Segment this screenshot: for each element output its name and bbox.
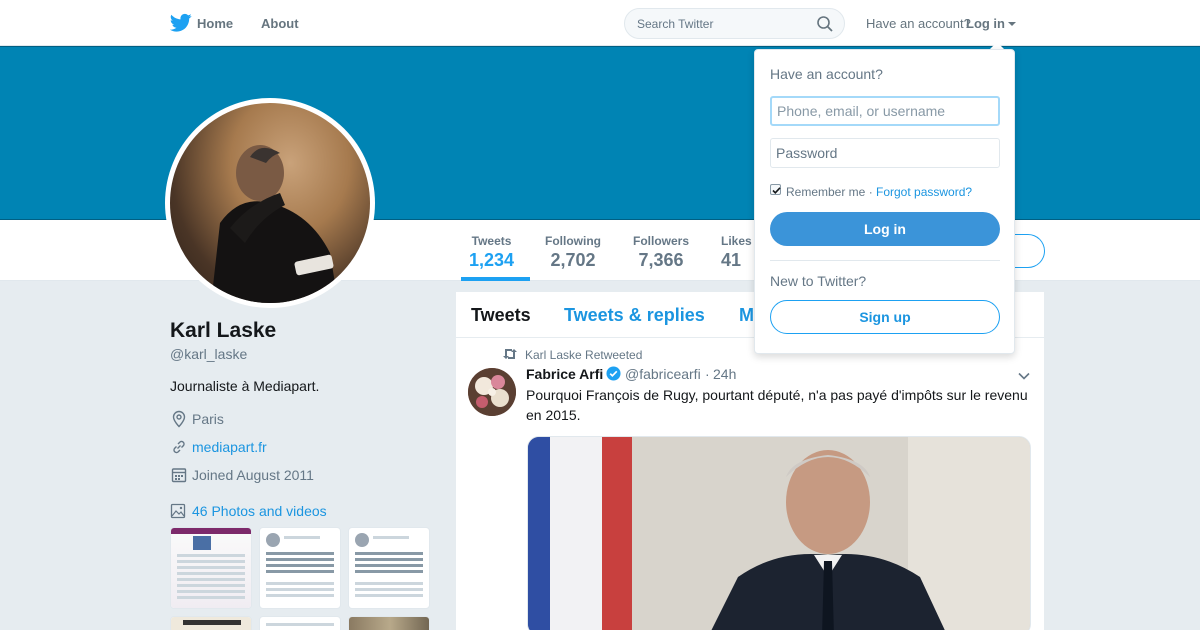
website-link[interactable]: mediapart.fr (192, 439, 267, 455)
tab-tweets[interactable]: Tweets (471, 305, 531, 326)
stat-label: Following (545, 234, 601, 248)
stat-label: Likes (721, 234, 752, 248)
tab-media[interactable]: M (739, 305, 754, 326)
joined-text: Joined August 2011 (192, 467, 314, 483)
active-stat-indicator (461, 277, 530, 281)
remember-me-label: Remember me · (786, 185, 873, 199)
tweet-separator: · (705, 366, 710, 382)
stat-label: Tweets (471, 234, 512, 248)
calendar-icon (171, 468, 187, 483)
search-placeholder: Search Twitter (637, 17, 714, 31)
stat-followers[interactable]: Followers 7,366 (633, 234, 689, 271)
search-icon[interactable] (816, 15, 834, 33)
tab-tweets-replies[interactable]: Tweets & replies (564, 305, 705, 326)
stat-value: 7,366 (638, 250, 684, 270)
retweet-context-text[interactable]: Karl Laske Retweeted (525, 348, 642, 362)
photo-content (528, 437, 1030, 630)
dropdown-divider (770, 260, 1000, 261)
media-thumbnail[interactable] (348, 527, 430, 609)
stat-value: 1,234 (469, 250, 515, 270)
have-account-label: Have an account? (866, 16, 971, 31)
tweet-author-name[interactable]: Fabrice Arfi (526, 366, 603, 382)
location-text: Paris (192, 411, 224, 427)
login-dropdown-toggle[interactable]: Log in (966, 16, 1005, 31)
tweet-author-handle[interactable]: @fabricearfi (625, 366, 701, 382)
remember-me-checkbox[interactable] (770, 184, 781, 195)
stat-value: 2,702 (550, 250, 596, 270)
nav-about-link[interactable]: About (261, 16, 299, 31)
photo-icon (170, 503, 186, 519)
login-button[interactable]: Log in (770, 212, 1000, 246)
avatar-photo (170, 103, 370, 303)
chevron-down-icon[interactable] (1018, 372, 1030, 380)
photos-videos-label[interactable]: 46 Photos and videos (192, 503, 327, 519)
stat-tweets[interactable]: Tweets 1,234 (469, 234, 514, 271)
person-silhouette (211, 145, 339, 303)
chevron-down-icon[interactable] (1008, 22, 1016, 26)
stat-likes[interactable]: Likes 41 (721, 234, 752, 271)
search-input[interactable]: Search Twitter (624, 8, 845, 39)
password-field[interactable] (770, 138, 1000, 168)
tweet-text: Pourquoi François de Rugy, pourtant dépu… (526, 387, 1028, 423)
location-icon (172, 410, 186, 428)
stat-label: Followers (633, 234, 690, 248)
avatar[interactable] (165, 98, 375, 308)
forgot-password-link[interactable]: Forgot password? (876, 185, 972, 199)
stat-value: 41 (721, 250, 742, 270)
link-icon (173, 440, 185, 454)
tweet-author-avatar[interactable] (468, 368, 516, 416)
signup-button[interactable]: Sign up (770, 300, 1000, 334)
media-thumbnail[interactable] (348, 616, 430, 630)
username-field[interactable] (770, 96, 1000, 126)
new-to-twitter-label: New to Twitter? (770, 273, 867, 289)
twitter-bird-icon[interactable] (170, 13, 192, 33)
dropdown-title: Have an account? (770, 66, 883, 82)
profile-bio: Journaliste à Mediapart. (170, 378, 320, 394)
profile-name: Karl Laske (170, 319, 277, 342)
verified-icon (606, 366, 621, 381)
stat-following[interactable]: Following 2,702 (545, 234, 601, 271)
nav-home-link[interactable]: Home (197, 16, 233, 31)
media-thumbnail[interactable] (170, 527, 252, 609)
flowers-image (468, 368, 516, 416)
check-icon (772, 187, 781, 194)
media-thumbnail[interactable] (259, 527, 341, 609)
profile-handle: @karl_laske (170, 346, 248, 362)
tweet-timestamp[interactable]: 24h (713, 366, 736, 382)
media-thumbnail[interactable] (259, 616, 341, 630)
top-navigation: Home About Search Twitter Have an accoun… (0, 0, 1200, 46)
login-dropdown: Have an account? Remember me · Forgot pa… (754, 49, 1015, 354)
retweet-icon (503, 349, 517, 359)
tweet-media-photo[interactable] (527, 436, 1031, 630)
media-thumbnail[interactable] (170, 616, 252, 630)
